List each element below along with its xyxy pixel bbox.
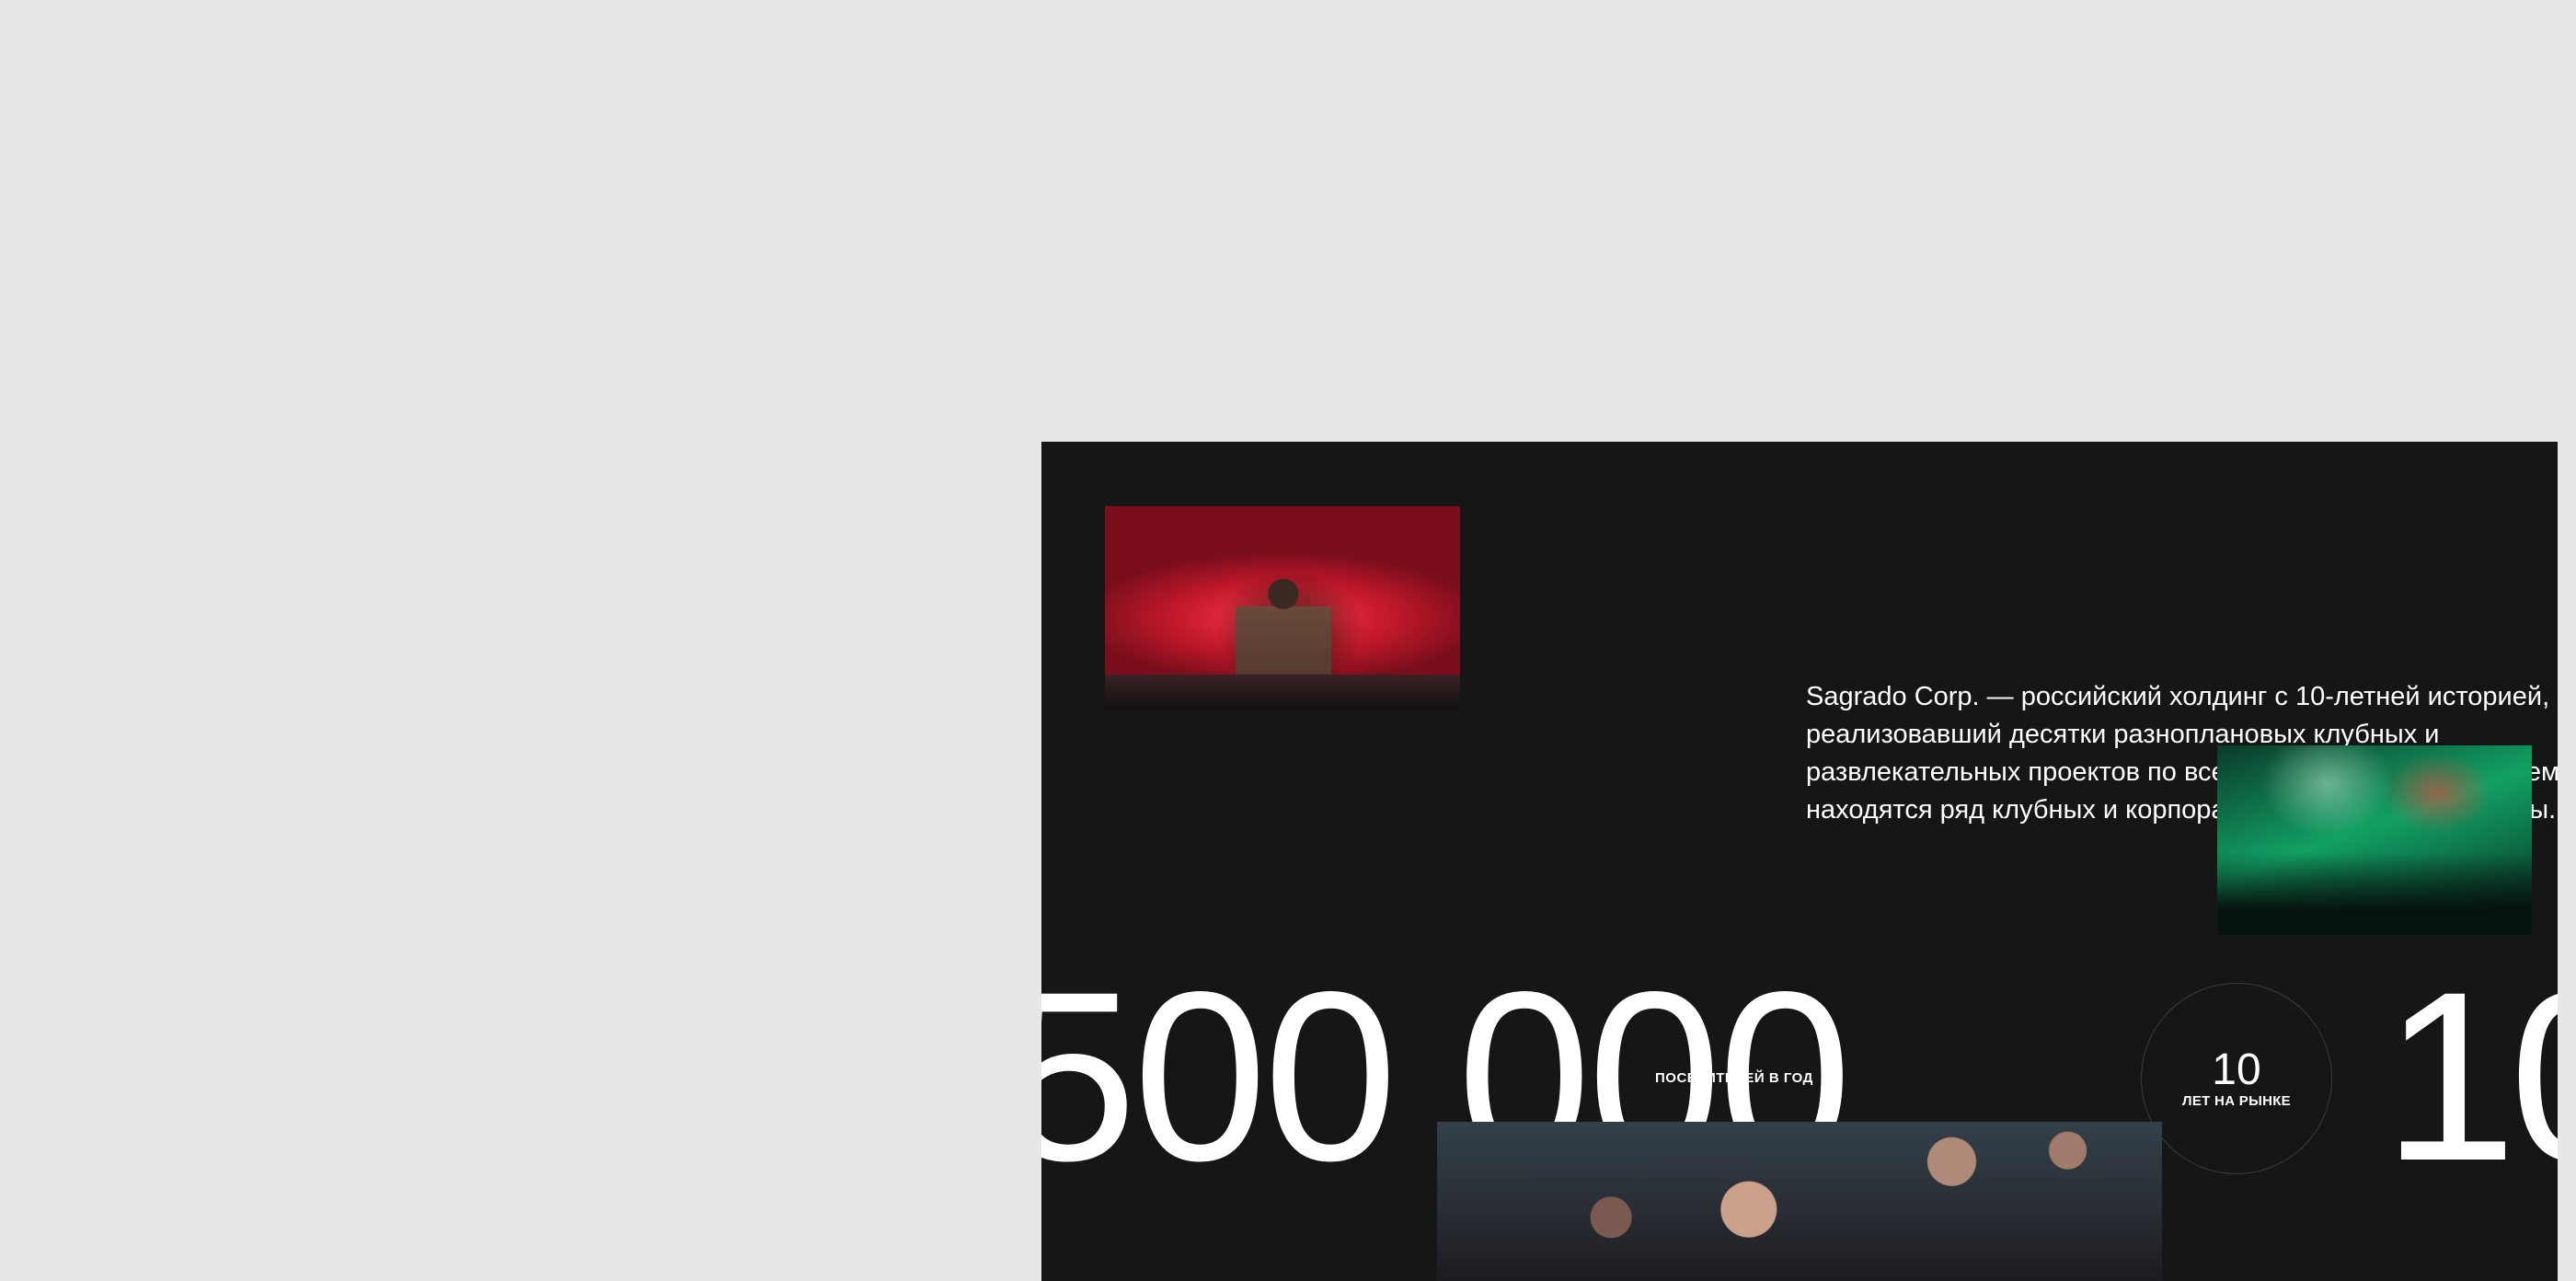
crowd-shadow [2217, 852, 2532, 935]
years-badge: 10 ЛЕТ НА РЫНКЕ [2141, 983, 2332, 1174]
years-badge-caption: ЛЕТ НА РЫНКЕ [2182, 1092, 2291, 1109]
dj-red-stage-photo [1105, 506, 1460, 710]
dj-deck [1105, 675, 1460, 710]
years-badge-number: 10 [2212, 1044, 2261, 1094]
visitors-caption: ПОСЕТИТЕЛЕЙ В ГОД [1655, 1070, 1813, 1086]
about-section: Sagrado Corp. — российский холдинг с 10-… [1041, 442, 2558, 1281]
years-big-number: 10 [2383, 941, 2558, 1211]
green-club-photo [2217, 745, 2532, 935]
dj-crowd-photo [1437, 1122, 2162, 1281]
